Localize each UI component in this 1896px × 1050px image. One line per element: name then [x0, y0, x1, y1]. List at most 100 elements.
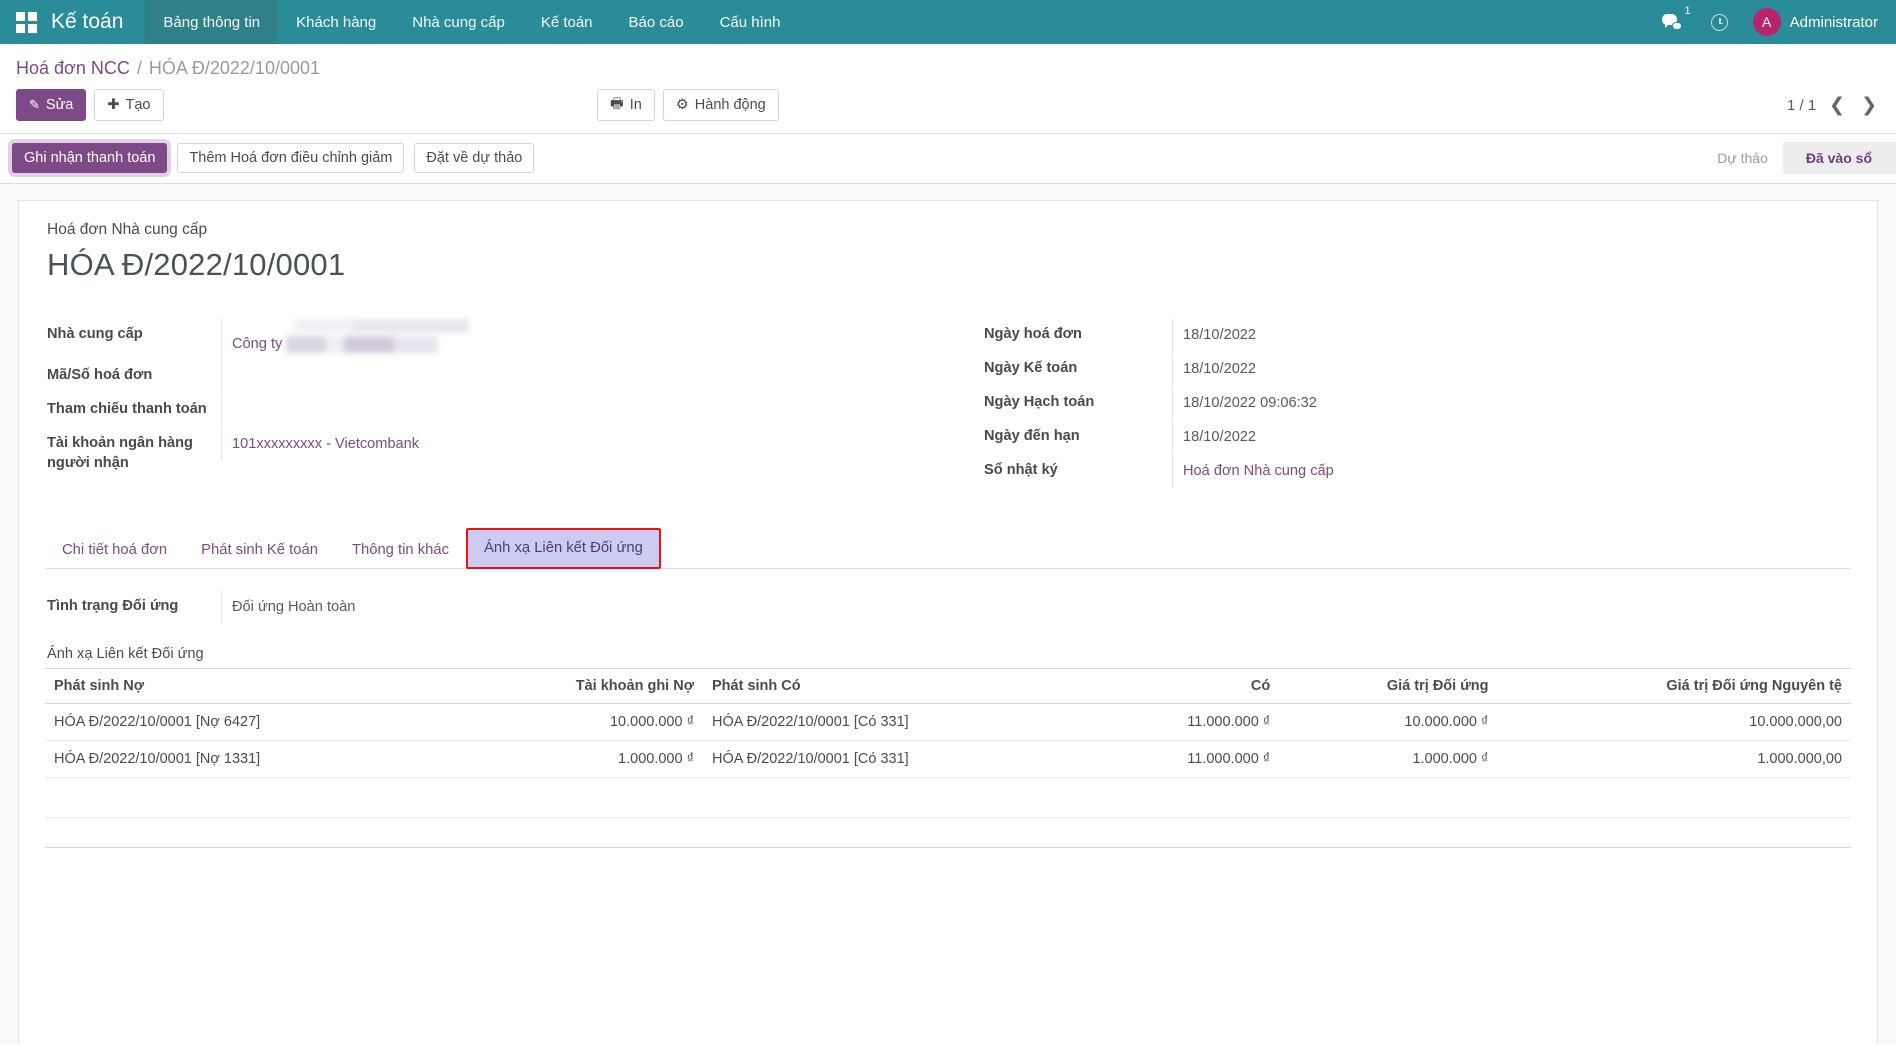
form-background: Hoá đơn Nhà cung cấp HÓA Đ/2022/10/0001 …: [0, 184, 1896, 1044]
field-journal-value[interactable]: Hoá đơn Nhà cung cấp: [1172, 455, 1851, 488]
nav-item-configuration[interactable]: Cấu hình: [702, 0, 799, 44]
nav-item-customers[interactable]: Khách hàng: [278, 0, 394, 44]
cell-matched-currency-amount: 10.000.000,00: [1497, 704, 1851, 741]
activities-button[interactable]: [1699, 0, 1741, 44]
field-vendor-value[interactable]: Công ty: [221, 319, 948, 360]
stage-posted[interactable]: Đã vào sổ: [1784, 142, 1896, 174]
nav-item-accounting[interactable]: Kế toán: [523, 0, 611, 44]
table-row[interactable]: HÓA Đ/2022/10/0001 [Nợ 6427] 10.000.000 …: [45, 704, 1851, 741]
breadcrumb-parent[interactable]: Hoá đơn NCC: [16, 58, 130, 79]
field-accounting-date-label: Ngày Kế toán: [982, 353, 1172, 385]
gear-icon: ⚙: [676, 97, 689, 113]
nav-item-vendors[interactable]: Nhà cung cấp: [394, 0, 523, 44]
control-panel-buttons: ✎ Sửa ✚ Tạo 🖶 In ⚙ Hành động 1 / 1 ❮ ❯: [0, 83, 1896, 133]
field-recipient-bank-account-value[interactable]: 101xxxxxxxxx - Vietcombank: [221, 428, 948, 461]
field-payment-reference-value[interactable]: [221, 394, 948, 427]
field-recipient-bank-account-label: Tài khoản ngân hàng người nhận: [45, 428, 221, 479]
column-debit-move[interactable]: Phát sinh Nợ: [45, 669, 454, 704]
nav-item-reporting[interactable]: Báo cáo: [611, 0, 702, 44]
cell-credit-amount: 11.000.000 ₫: [1095, 704, 1279, 741]
reset-to-draft-label: Đặt về dự thảo: [426, 150, 522, 166]
printer-icon: 🖶: [610, 93, 624, 118]
field-posting-date: Ngày Hạch toán 18/10/2022 09:06:32: [982, 387, 1851, 421]
register-payment-button[interactable]: Ghi nhận thanh toán: [12, 143, 167, 173]
field-invoice-ref-value[interactable]: [221, 360, 948, 393]
cell-credit-move: HÓA Đ/2022/10/0001 [Có 331]: [703, 741, 1095, 778]
notebook-pane-reconciliation: Tình trạng Đối ứng Đối ứng Hoàn toàn Ánh…: [45, 569, 1851, 848]
field-invoice-date-value[interactable]: 18/10/2022: [1172, 319, 1851, 352]
nav-item-label: Bảng thông tin: [163, 14, 260, 31]
register-payment-label: Ghi nhận thanh toán: [24, 150, 155, 166]
brand-title[interactable]: Kế toán: [51, 0, 145, 44]
table-empty-row: [45, 778, 1851, 818]
tab-reconciliation-mapping-label: Ánh xạ Liên kết Đối ứng: [484, 540, 643, 556]
column-debit-account[interactable]: Tài khoản ghi Nợ: [454, 669, 703, 704]
field-due-date-value[interactable]: 18/10/2022: [1172, 421, 1851, 454]
add-credit-note-label: Thêm Hoá đơn điều chỉnh giảm: [189, 150, 392, 166]
stage-posted-label: Đã vào sổ: [1806, 150, 1872, 166]
field-reconciliation-status-label: Tình trạng Đối ứng: [45, 591, 221, 623]
chevron-right-icon[interactable]: ❯: [1858, 96, 1880, 115]
add-credit-note-button[interactable]: Thêm Hoá đơn điều chỉnh giảm: [177, 143, 404, 173]
table-row[interactable]: HÓA Đ/2022/10/0001 [Nợ 1331] 1.000.000 ₫…: [45, 741, 1851, 778]
form-sheet: Hoá đơn Nhà cung cấp HÓA Đ/2022/10/0001 …: [18, 200, 1878, 1044]
form-subtitle: Hoá đơn Nhà cung cấp: [47, 221, 1851, 239]
cell-debit-move: HÓA Đ/2022/10/0001 [Nợ 6427]: [45, 704, 454, 741]
nav-item-label: Báo cáo: [629, 14, 684, 31]
field-due-date: Ngày đến hạn 18/10/2022: [982, 421, 1851, 455]
record-pager: 1 / 1 ❮ ❯: [1787, 96, 1880, 115]
tab-reconciliation-mapping[interactable]: Ánh xạ Liên kết Đối ứng: [466, 528, 661, 569]
tab-journal-items[interactable]: Phát sinh Kế toán: [184, 531, 335, 569]
reset-to-draft-button[interactable]: Đặt về dự thảo: [414, 143, 534, 173]
tab-invoice-lines[interactable]: Chi tiết hoá đơn: [45, 531, 184, 569]
cell-matched-amount: 1.000.000 ₫: [1279, 741, 1497, 778]
apps-menu-button[interactable]: [0, 0, 51, 44]
nav-item-label: Nhà cung cấp: [412, 14, 505, 31]
cell-matched-currency-amount: 1.000.000,00: [1497, 741, 1851, 778]
print-button[interactable]: 🖶 In: [597, 89, 655, 121]
apps-grid-icon: [16, 12, 37, 33]
navbar-right-tools: 1 A Administrator: [1651, 0, 1896, 44]
field-journal: Sổ nhật ký Hoá đơn Nhà cung cấp: [982, 455, 1851, 489]
nav-item-label: Cấu hình: [720, 14, 781, 31]
field-accounting-date: Ngày Kế toán 18/10/2022: [982, 353, 1851, 387]
table-body: HÓA Đ/2022/10/0001 [Nợ 6427] 10.000.000 …: [45, 704, 1851, 818]
column-matched-amount[interactable]: Giá trị Đối ứng: [1279, 669, 1497, 704]
pencil-icon: ✎: [29, 97, 40, 113]
chevron-left-icon[interactable]: ❮: [1826, 96, 1848, 115]
nav-item-label: Kế toán: [541, 14, 593, 31]
edit-button[interactable]: ✎ Sửa: [16, 89, 86, 121]
field-reconciliation-status: Tình trạng Đối ứng Đối ứng Hoàn toàn: [45, 591, 1851, 624]
plus-icon: ✚: [107, 97, 119, 113]
user-name: Administrator: [1790, 14, 1882, 31]
reconciliation-table: Phát sinh Nợ Tài khoản ghi Nợ Phát sinh …: [45, 668, 1851, 818]
tab-journal-items-label: Phát sinh Kế toán: [201, 542, 318, 558]
column-credit-move[interactable]: Phát sinh Có: [703, 669, 1095, 704]
field-reconciliation-status-value[interactable]: Đối ứng Hoàn toàn: [221, 591, 1851, 624]
redacted-overflow: [294, 319, 469, 333]
user-menu[interactable]: A Administrator: [1747, 8, 1882, 36]
field-posting-date-value[interactable]: 18/10/2022 09:06:32: [1172, 387, 1851, 420]
cell-matched-amount: 10.000.000 ₫: [1279, 704, 1497, 741]
field-accounting-date-value[interactable]: 18/10/2022: [1172, 353, 1851, 386]
edit-button-label: Sửa: [46, 97, 73, 113]
tab-other-info[interactable]: Thông tin khác: [335, 531, 466, 569]
create-button[interactable]: ✚ Tạo: [94, 89, 163, 121]
top-navbar: Kế toán Bảng thông tin Khách hàng Nhà cu…: [0, 0, 1896, 44]
action-button[interactable]: ⚙ Hành động: [663, 89, 779, 121]
column-matched-currency-amount[interactable]: Giá trị Đối ứng Nguyên tệ: [1497, 669, 1851, 704]
print-button-label: In: [630, 97, 642, 113]
clock-icon: [1711, 14, 1728, 31]
column-credit[interactable]: Có: [1095, 669, 1279, 704]
field-recipient-bank-account: Tài khoản ngân hàng người nhận 101xxxxxx…: [45, 428, 948, 479]
table-footer-spacer: [45, 818, 1851, 848]
nav-item-dashboard[interactable]: Bảng thông tin: [145, 0, 278, 44]
chat-bubble-icon: [1662, 14, 1682, 30]
action-button-label: Hành động: [695, 97, 766, 113]
messages-button[interactable]: 1: [1651, 0, 1693, 44]
form-fields: Nhà cung cấp Công ty Mã/Số hoá đơn Tham …: [45, 319, 1851, 489]
field-payment-reference: Tham chiếu thanh toán: [45, 394, 948, 428]
field-payment-reference-label: Tham chiếu thanh toán: [45, 394, 221, 426]
reconciliation-table-title: Ánh xạ Liên kết Đối ứng: [47, 646, 1851, 662]
cell-credit-amount: 11.000.000 ₫: [1095, 741, 1279, 778]
